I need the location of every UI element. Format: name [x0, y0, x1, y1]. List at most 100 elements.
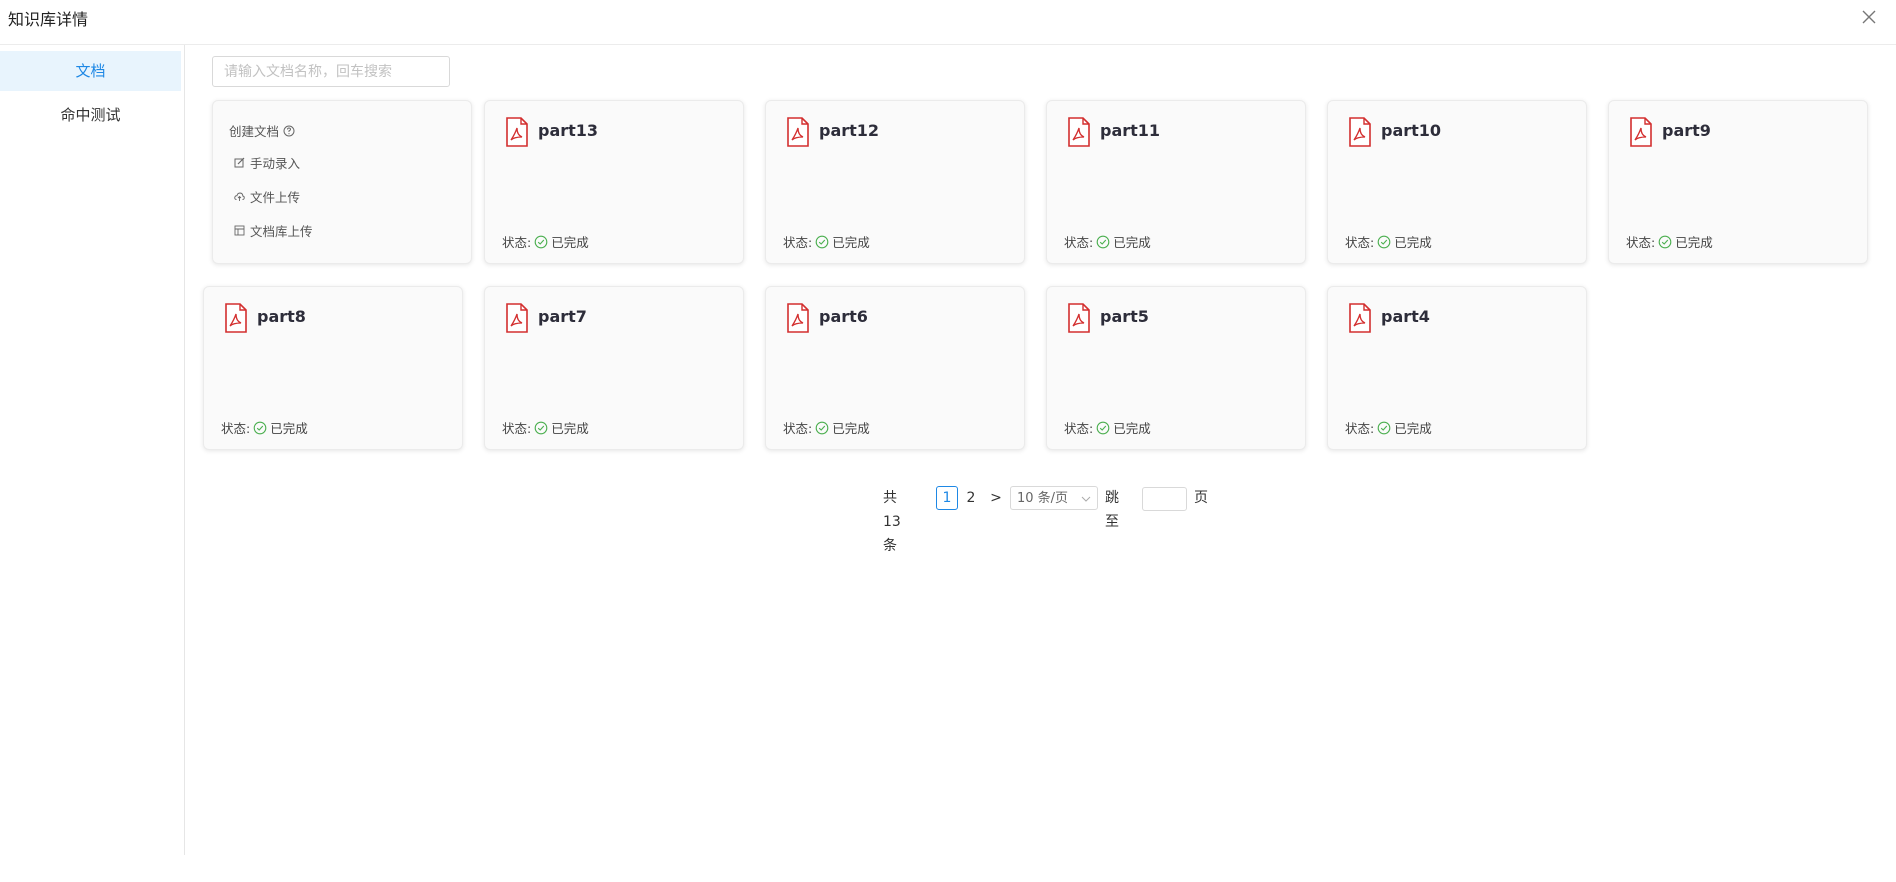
check-circle-icon — [1658, 235, 1672, 248]
create-document-label: 创建文档 — [229, 124, 280, 139]
check-circle-icon — [1096, 235, 1110, 248]
page-button-2[interactable]: 2 — [960, 486, 982, 510]
cloud-upload-icon — [234, 192, 245, 201]
document-status: 状态: 已完成 — [783, 232, 870, 251]
check-circle-icon — [815, 235, 829, 248]
dialog-header: 知识库详情 — [0, 0, 1896, 45]
pdf-file-icon — [787, 117, 809, 147]
pdf-file-icon — [225, 303, 247, 333]
document-card[interactable]: part5 状态: 已完成 — [1046, 286, 1306, 450]
document-name: part7 — [538, 307, 587, 326]
status-value: 已完成 — [270, 421, 308, 436]
document-status: 状态: 已完成 — [502, 418, 589, 437]
pagination-total: 共13条 — [883, 490, 901, 554]
document-card[interactable]: part6 状态: 已完成 — [765, 286, 1025, 450]
sidebar-item-documents[interactable]: 文档 — [0, 51, 181, 91]
check-circle-icon — [1377, 235, 1391, 248]
status-prefix: 状态: — [1626, 235, 1656, 250]
page-button-1[interactable]: 1 — [936, 486, 958, 510]
question-circle-icon[interactable] — [283, 125, 295, 137]
create-document-title: 创建文档 — [229, 121, 295, 140]
check-circle-icon — [253, 421, 267, 434]
document-status: 状态: 已完成 — [1345, 418, 1432, 437]
document-status: 状态: 已完成 — [1064, 418, 1151, 437]
document-status: 状态: 已完成 — [1064, 232, 1151, 251]
manual-entry-label: 手动录入 — [250, 156, 301, 171]
create-document-card: 创建文档 手动录入 文件上传 文档库上传 — [212, 100, 472, 264]
document-card[interactable]: part12 状态: 已完成 — [765, 100, 1025, 264]
status-prefix: 状态: — [221, 421, 251, 436]
document-name: part8 — [257, 307, 306, 326]
status-prefix: 状态: — [502, 421, 532, 436]
status-value: 已完成 — [832, 235, 870, 250]
document-name: part13 — [538, 121, 599, 140]
sidebar-item-hit-test[interactable]: 命中测试 — [0, 95, 181, 135]
status-value: 已完成 — [1675, 235, 1713, 250]
file-upload-label: 文件上传 — [250, 190, 301, 205]
check-circle-icon — [1096, 421, 1110, 434]
status-value: 已完成 — [551, 421, 589, 436]
pdf-file-icon — [1068, 117, 1090, 147]
document-name: part9 — [1662, 121, 1711, 140]
page-size-value: 10 条/页 — [1017, 491, 1069, 506]
library-upload-option[interactable]: 文档库上传 — [234, 221, 313, 240]
sidebar-item-label: 文档 — [75, 62, 106, 80]
next-page-button[interactable]: > — [985, 486, 1007, 510]
document-status: 状态: 已完成 — [1626, 232, 1713, 251]
jump-suffix: 页 — [1194, 490, 1208, 506]
pdf-file-icon — [1349, 303, 1371, 333]
check-circle-icon — [534, 235, 548, 248]
document-card[interactable]: part10 状态: 已完成 — [1327, 100, 1587, 264]
manual-entry-option[interactable]: 手动录入 — [234, 153, 300, 172]
document-status: 状态: 已完成 — [1345, 232, 1432, 251]
document-status: 状态: 已完成 — [783, 418, 870, 437]
file-upload-option[interactable]: 文件上传 — [234, 187, 300, 206]
main-content: 创建文档 手动录入 文件上传 — [186, 45, 1896, 882]
document-card[interactable]: part9 状态: 已完成 — [1608, 100, 1868, 264]
pdf-file-icon — [506, 117, 528, 147]
document-card[interactable]: part8 状态: 已完成 — [203, 286, 463, 450]
status-prefix: 状态: — [783, 235, 813, 250]
check-circle-icon — [1377, 421, 1391, 434]
library-icon — [234, 225, 245, 236]
status-prefix: 状态: — [783, 421, 813, 436]
check-circle-icon — [534, 421, 548, 434]
status-prefix: 状态: — [1345, 235, 1375, 250]
pdf-file-icon — [506, 303, 528, 333]
document-card[interactable]: part13 状态: 已完成 — [484, 100, 744, 264]
document-card[interactable]: part7 状态: 已完成 — [484, 286, 744, 450]
jump-page-input[interactable] — [1142, 486, 1187, 511]
pdf-file-icon — [1068, 303, 1090, 333]
sidebar-item-label: 命中测试 — [60, 106, 121, 124]
document-name: part10 — [1381, 121, 1442, 140]
status-prefix: 状态: — [1064, 235, 1094, 250]
status-value: 已完成 — [1394, 235, 1432, 250]
pdf-file-icon — [1349, 117, 1371, 147]
status-value: 已完成 — [1394, 421, 1432, 436]
status-prefix: 状态: — [1345, 421, 1375, 436]
status-prefix: 状态: — [1064, 421, 1094, 436]
chevron-down-icon — [1081, 496, 1091, 502]
status-value: 已完成 — [551, 235, 589, 250]
status-value: 已完成 — [1113, 421, 1151, 436]
dialog-title: 知识库详情 — [8, 10, 89, 29]
edit-icon — [234, 157, 245, 168]
check-circle-icon — [815, 421, 829, 434]
document-name: part5 — [1100, 307, 1149, 326]
status-value: 已完成 — [1113, 235, 1151, 250]
document-name: part11 — [1100, 121, 1161, 140]
document-status: 状态: 已完成 — [502, 232, 589, 251]
status-value: 已完成 — [832, 421, 870, 436]
document-name: part12 — [819, 121, 880, 140]
library-upload-label: 文档库上传 — [250, 224, 313, 239]
page-size-select[interactable]: 10 条/页 — [1010, 486, 1098, 510]
sidebar: 文档 命中测试 — [0, 45, 185, 855]
close-icon[interactable] — [1858, 6, 1880, 28]
document-name: part4 — [1381, 307, 1430, 326]
document-card[interactable]: part4 状态: 已完成 — [1327, 286, 1587, 450]
document-card[interactable]: part11 状态: 已完成 — [1046, 100, 1306, 264]
jump-input-wrap — [1142, 486, 1187, 511]
pdf-file-icon — [787, 303, 809, 333]
search-input[interactable] — [212, 56, 450, 87]
status-prefix: 状态: — [502, 235, 532, 250]
